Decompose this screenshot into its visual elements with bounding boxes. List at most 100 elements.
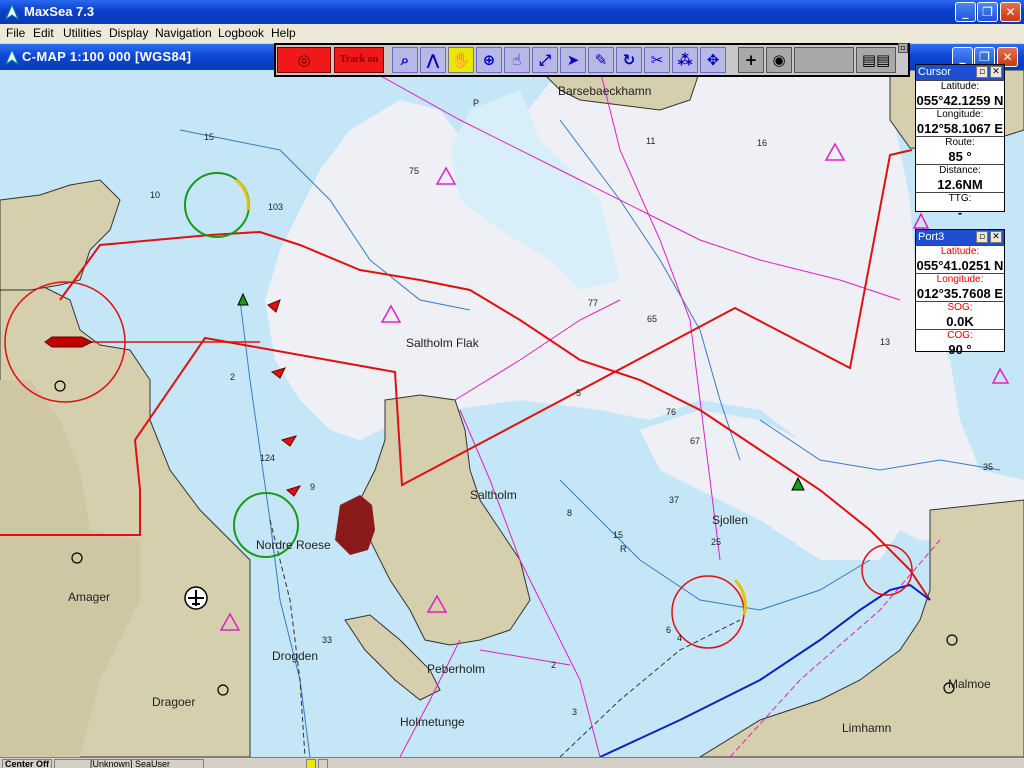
cursor-panel-title: Cursor xyxy=(918,66,952,78)
depth-sounding: 65 xyxy=(647,314,658,324)
nautical-chart[interactable]: Barsebaeckhamn Saltholm Flak Saltholm Sj… xyxy=(0,70,1024,757)
menu-utilities[interactable]: Utilities xyxy=(63,26,102,40)
port-cog-row: COG: 90 ° xyxy=(916,329,1004,357)
port-latitude-label: Latitude: xyxy=(940,246,980,257)
depth-sounding: 9 xyxy=(310,482,316,492)
pencil-icon[interactable]: ✎ xyxy=(588,47,614,73)
cursor-latitude-row: Latitude: 055°42.1259 N xyxy=(916,80,1004,108)
menu-display[interactable]: Display xyxy=(109,26,148,40)
label-barsebaeckhamn: Barsebaeckhamn xyxy=(558,84,652,98)
app-titlebar: MaxSea 7.3 _ ❐ ✕ xyxy=(0,0,1024,24)
marks-icon[interactable]: ⁂ xyxy=(672,47,698,73)
depth-sounding: 15 xyxy=(204,132,215,142)
center-icon[interactable]: ◉ xyxy=(766,47,792,73)
app-title: MaxSea 7.3 xyxy=(24,4,95,19)
cursor-ttg-value: - xyxy=(957,205,963,220)
status-indicator-yellow xyxy=(306,759,316,768)
move-icon[interactable]: ✥ xyxy=(700,47,726,73)
cursor-panel-close-button[interactable]: ✕ xyxy=(990,66,1002,78)
cursor-distance-row: Distance: 12.6NM xyxy=(916,164,1004,192)
label-malmoe: Malmoe xyxy=(948,677,991,691)
port-panel-close-button[interactable]: ✕ xyxy=(990,231,1002,243)
depth-sounding: 11 xyxy=(646,136,656,146)
chart-window-title: C-MAP 1:100 000 [WGS84] xyxy=(22,49,192,64)
depth-sounding: 2 xyxy=(230,372,236,382)
port-longitude-value: 012°35.7608 E xyxy=(916,286,1004,301)
toolbar-restore-button[interactable]: ▫ xyxy=(898,43,908,53)
target-button[interactable]: ◎ xyxy=(277,47,331,73)
label-nordre-roese: Nordre Roese xyxy=(256,538,331,552)
depth-sounding: 8 xyxy=(567,508,573,518)
cursor-longitude-label: Longitude: xyxy=(936,109,984,120)
status-indicator xyxy=(318,759,328,768)
port-cog-label: COG: xyxy=(947,330,973,341)
depth-sounding: 103 xyxy=(268,202,284,212)
label-holmetunge: Holmetunge xyxy=(400,715,465,729)
depth-sounding: R xyxy=(620,544,627,554)
cursor-route-label: Route: xyxy=(945,137,975,148)
menu-navigation[interactable]: Navigation xyxy=(155,26,212,40)
label-amager: Amager xyxy=(68,590,111,604)
minimize-button[interactable]: _ xyxy=(955,2,976,22)
pointer-icon[interactable]: ➤ xyxy=(560,47,586,73)
track-on-button[interactable]: Track on xyxy=(334,47,384,73)
port-sog-row: SOG: 0.0K xyxy=(916,301,1004,329)
menu-edit[interactable]: Edit xyxy=(33,26,54,40)
compass-icon[interactable]: ⋀ xyxy=(420,47,446,73)
cursor-route-row: Route: 85 ° xyxy=(916,136,1004,164)
depth-sounding: 10 xyxy=(150,190,161,200)
label-drogden: Drogden xyxy=(272,649,319,663)
cursor-longitude-value: 012°58.1067 E xyxy=(916,121,1004,136)
depth-sounding: P xyxy=(473,98,480,108)
port-panel-restore-button[interactable]: ▫ xyxy=(976,231,988,243)
port-cog-value: 90 ° xyxy=(948,342,972,357)
measure-icon[interactable]: ⤢ xyxy=(532,47,558,73)
cursor-longitude-row: Longitude: 012°58.1067 E xyxy=(916,108,1004,136)
port-longitude-label: Longitude: xyxy=(936,274,984,285)
port-sog-label: SOG: xyxy=(947,302,973,313)
depth-sounding: 37 xyxy=(669,495,680,505)
menu-logbook[interactable]: Logbook xyxy=(218,26,264,40)
layers-icon[interactable]: ▤▤ xyxy=(856,47,896,73)
restore-button[interactable]: ❐ xyxy=(977,2,998,22)
depth-sounding: 35 xyxy=(983,462,994,472)
menu-help[interactable]: Help xyxy=(271,26,296,40)
port-panel-header: Port3 ▫ ✕ xyxy=(916,230,1004,245)
depth-sounding: 33 xyxy=(322,635,333,645)
scissors-icon[interactable]: ✂ xyxy=(644,47,670,73)
chart-toolbar: ◎ Track on ⌕ ⋀ ✋ ⊕ ☝ ⤢ ➤ ✎ ↻ ✂ ⁂ ✥ + ◉ ▤… xyxy=(274,43,910,77)
cursor-panel-restore-button[interactable]: ▫ xyxy=(976,66,988,78)
pan-hand-icon[interactable]: ✋ xyxy=(448,47,474,73)
port-latitude-row: Latitude: 055°41.0251 N xyxy=(916,245,1004,273)
cursor-latitude-label: Latitude: xyxy=(940,81,980,92)
cursor-ttg-row: TTG: - xyxy=(916,192,1004,220)
menu-file[interactable]: File xyxy=(6,26,25,40)
depth-sounding: 15 xyxy=(613,530,624,540)
own-vessel-icon xyxy=(44,336,94,348)
depth-sounding: 13 xyxy=(880,337,891,347)
crosshair-icon[interactable]: ⊕ xyxy=(476,47,502,73)
center-off-status[interactable]: Center Off xyxy=(2,759,52,768)
close-button[interactable]: ✕ xyxy=(1000,2,1021,22)
depth-sounding: 4 xyxy=(677,633,683,643)
toolbar-spacer xyxy=(794,47,854,73)
port-sog-value: 0.0K xyxy=(946,314,974,329)
cursor-latitude-value: 055°42.1259 N xyxy=(916,93,1004,108)
cursor-panel: Cursor ▫ ✕ Latitude: 055°42.1259 N Longi… xyxy=(915,64,1005,220)
hand-icon[interactable]: ☝ xyxy=(504,47,530,73)
zoom-icon[interactable]: ⌕ xyxy=(392,47,418,73)
status-bar: Center Off [Unknown] SeaUser xyxy=(0,757,1024,768)
depth-sounding: 76 xyxy=(666,407,677,417)
maxsea-app-icon xyxy=(5,4,19,20)
route-icon[interactable]: ↻ xyxy=(616,47,642,73)
chart-window-icon xyxy=(5,49,19,65)
plus-icon[interactable]: + xyxy=(738,47,764,73)
label-peberholm: Peberholm xyxy=(427,662,486,676)
depth-sounding: 67 xyxy=(690,436,701,446)
cursor-ttg-label: TTG: xyxy=(948,193,972,204)
depth-sounding: 6 xyxy=(666,625,672,635)
depth-sounding: 25 xyxy=(711,537,722,547)
port-panel: Port3 ▫ ✕ Latitude: 055°41.0251 N Longit… xyxy=(915,229,1005,357)
label-saltholm: Saltholm xyxy=(470,488,517,502)
depth-sounding: 77 xyxy=(588,298,599,308)
